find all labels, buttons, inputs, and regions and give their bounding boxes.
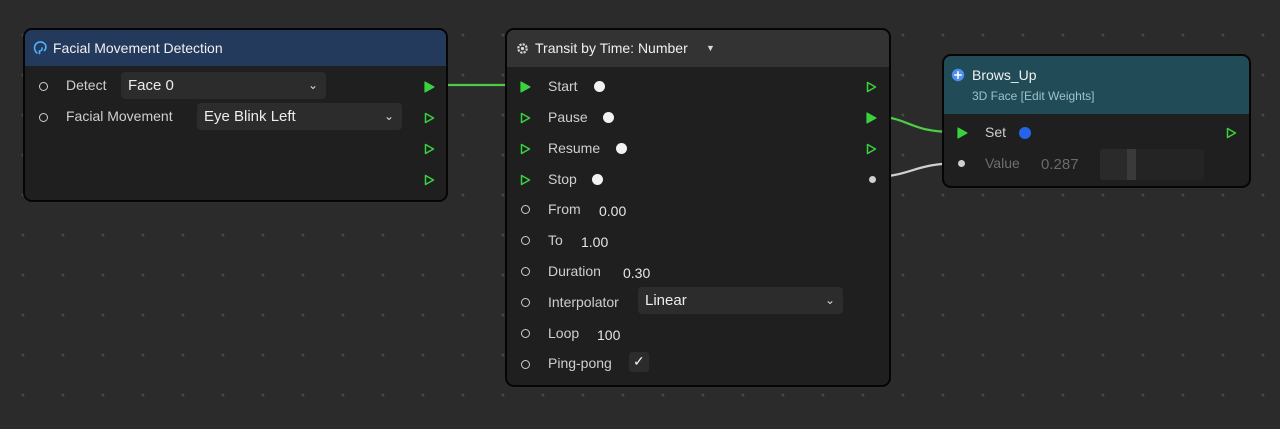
- loop-value[interactable]: 100: [597, 327, 620, 343]
- pause-label: Pause: [548, 109, 588, 125]
- start-label: Start: [548, 78, 578, 94]
- node-header[interactable]: Transit by Time: Number ▼: [507, 30, 889, 67]
- stop-pulse-button[interactable]: [592, 174, 603, 185]
- from-label: From: [548, 201, 581, 217]
- facial-movement-detection-node[interactable]: Facial Movement Detection Detect Face 0 …: [23, 28, 448, 202]
- start-input-port[interactable]: [520, 81, 531, 93]
- pingpong-checkbox[interactable]: ✓: [629, 352, 649, 372]
- node-title: Brows_Up: [972, 67, 1037, 83]
- start-output-port[interactable]: [866, 81, 877, 93]
- node-title: Transit by Time: Number: [535, 40, 688, 56]
- facial-movement-label: Facial Movement: [66, 108, 173, 124]
- pause-pulse-button[interactable]: [603, 112, 614, 123]
- set-pulse-button[interactable]: [1019, 127, 1031, 139]
- title-dropdown-icon[interactable]: ▼: [706, 43, 715, 53]
- facial-movement-input-port[interactable]: [39, 113, 48, 122]
- value-number[interactable]: 0.287: [1041, 157, 1079, 173]
- duration-input-port[interactable]: [521, 267, 530, 276]
- chevron-down-icon: ⌄: [383, 109, 394, 123]
- node-header[interactable]: Facial Movement Detection: [25, 30, 446, 66]
- check-icon: ✓: [633, 353, 645, 369]
- loop-input-port[interactable]: [521, 329, 530, 338]
- node-header[interactable]: Brows_Up 3D Face [Edit Weights]: [944, 56, 1249, 114]
- to-value[interactable]: 1.00: [581, 234, 608, 250]
- start-pulse-button[interactable]: [594, 81, 605, 92]
- interpolator-label: Interpolator: [548, 294, 619, 310]
- resume-output-port[interactable]: [866, 143, 877, 155]
- node-subtitle: 3D Face [Edit Weights]: [972, 89, 1095, 103]
- loop-label: Loop: [548, 325, 580, 341]
- transit-by-time-node[interactable]: Transit by Time: Number ▼ Start Pause Re…: [505, 28, 891, 387]
- from-value[interactable]: 0.00: [599, 203, 626, 219]
- set-label: Set: [985, 124, 1007, 140]
- value-slider-fill: [1100, 149, 1127, 180]
- node-title: Facial Movement Detection: [53, 40, 223, 56]
- detect-face-dropdown[interactable]: Face 0 ⌄: [121, 72, 326, 99]
- output-flow-port-1[interactable]: [424, 81, 435, 93]
- to-input-port[interactable]: [521, 236, 530, 245]
- pause-input-port[interactable]: [520, 112, 531, 124]
- facial-movement-value: Eye Blink Left: [204, 108, 296, 125]
- stop-label: Stop: [548, 171, 577, 187]
- value-label: Value: [985, 155, 1020, 171]
- resume-input-port[interactable]: [520, 143, 531, 155]
- gear-icon: [516, 42, 529, 60]
- duration-value[interactable]: 0.30: [623, 265, 650, 281]
- face-icon: [33, 40, 48, 61]
- set-input-port[interactable]: [957, 127, 968, 139]
- output-flow-port-4[interactable]: [424, 174, 435, 186]
- resume-label: Resume: [548, 140, 601, 156]
- resume-pulse-button[interactable]: [616, 143, 627, 154]
- duration-label: Duration: [548, 263, 601, 279]
- output-flow-port-2[interactable]: [424, 112, 435, 124]
- to-label: To: [548, 232, 563, 248]
- pause-output-port[interactable]: [866, 112, 877, 124]
- plus-circle-icon: [951, 68, 965, 87]
- detect-label: Detect: [66, 77, 107, 93]
- detect-input-port[interactable]: [39, 82, 48, 91]
- interpolator-dropdown[interactable]: Linear ⌄: [638, 287, 843, 314]
- stop-input-port[interactable]: [520, 174, 531, 186]
- chevron-down-icon: ⌄: [307, 78, 318, 92]
- value-output-port[interactable]: [869, 176, 876, 183]
- pingpong-label: Ping-pong: [548, 355, 612, 371]
- interpolator-value: Linear: [645, 292, 687, 309]
- value-slider-handle[interactable]: [1127, 149, 1136, 180]
- interpolator-input-port[interactable]: [521, 298, 530, 307]
- value-input-port[interactable]: [958, 160, 965, 167]
- pingpong-input-port[interactable]: [521, 360, 530, 369]
- value-slider[interactable]: [1100, 149, 1204, 180]
- set-output-port[interactable]: [1226, 127, 1237, 139]
- facial-movement-dropdown[interactable]: Eye Blink Left ⌄: [197, 103, 402, 130]
- from-input-port[interactable]: [521, 205, 530, 214]
- output-flow-port-3[interactable]: [424, 143, 435, 155]
- chevron-down-icon: ⌄: [824, 293, 835, 307]
- detect-face-value: Face 0: [128, 77, 174, 94]
- brows-up-node[interactable]: Brows_Up 3D Face [Edit Weights] Set Valu…: [942, 54, 1251, 188]
